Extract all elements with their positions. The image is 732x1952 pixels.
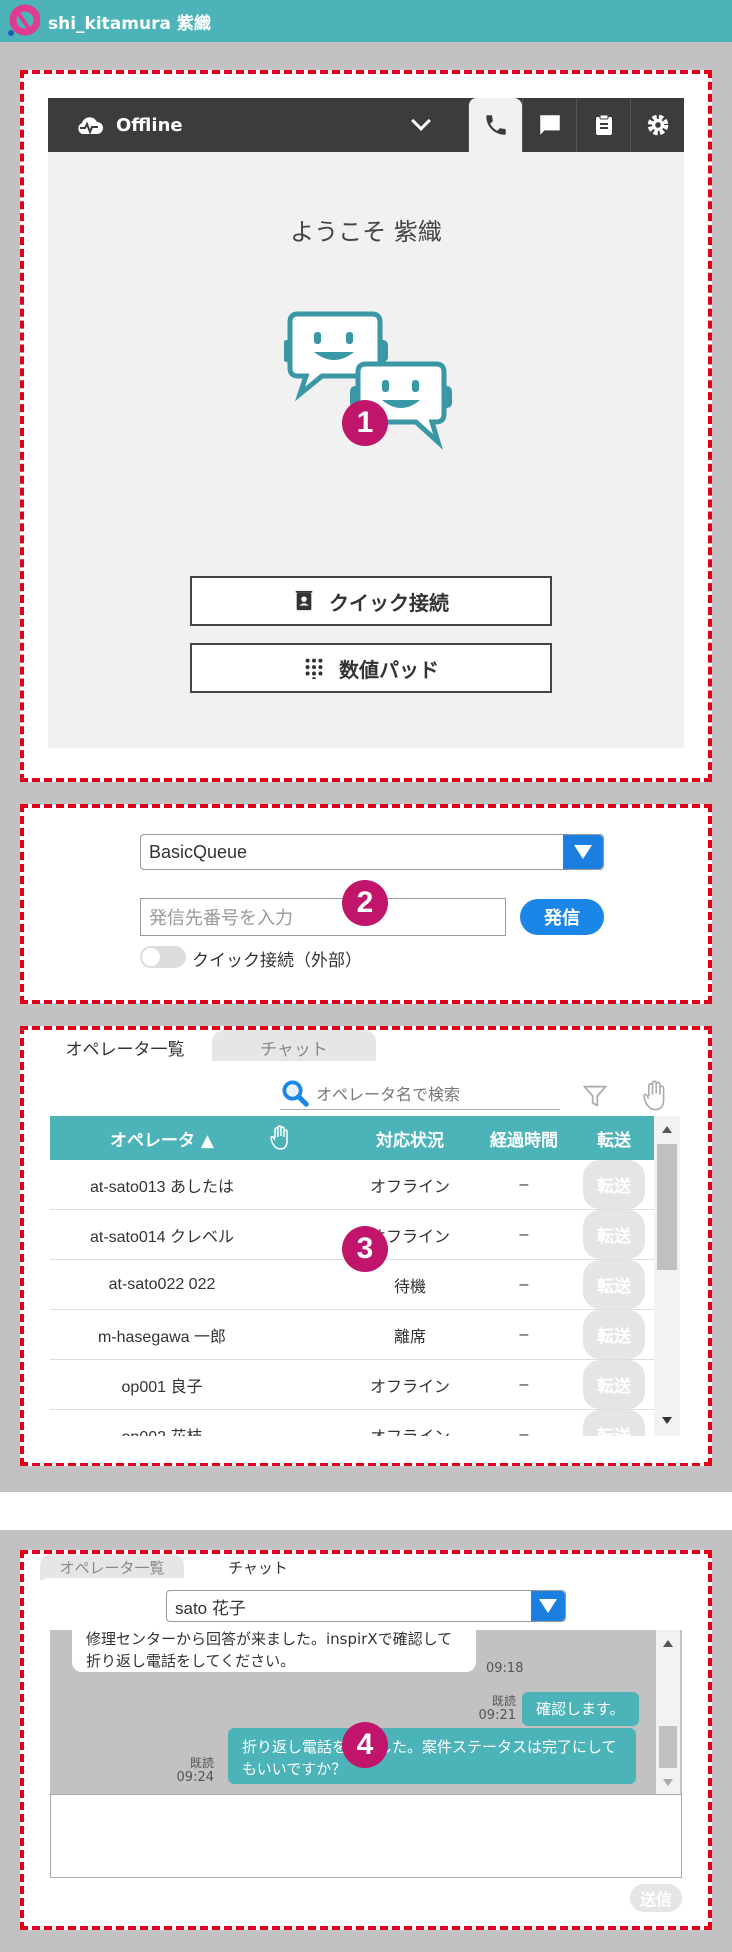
transfer-button[interactable]: 転送 [583,1160,645,1209]
transfer-cell: 転送 [574,1260,654,1309]
chat-contact-select[interactable]: sato 花子 [166,1590,566,1622]
operator-elapsed: – [519,1225,529,1243]
operator-name: at-sato014 クレベル [89,1228,235,1246]
transfer-button[interactable]: 転送 [583,1260,645,1309]
table-row[interactable]: at-sato013 あしたは オフライン – 転送 [50,1160,654,1210]
message-outgoing: 折り返し電話をしました。案件ステータスは完了にしてもいいですか？ [228,1728,636,1784]
table-row[interactable]: m-hasegawa 一郎 離席 – 転送 [50,1310,654,1360]
operator-name: m-hasegawa 一郎 [97,1328,227,1346]
message-read-status: 既読 09:24 [176,1756,214,1785]
chat-panel-tab-chat[interactable]: チャット [186,1554,330,1580]
callout-badge-3: 3 [342,1226,388,1272]
transfer-cell: 転送 [574,1360,654,1409]
table-row[interactable]: op001 良子 オフライン – 転送 [50,1360,654,1410]
operator-elapsed: – [519,1375,529,1393]
operator-name: at-sato013 あしたは [89,1178,235,1196]
operator-status: オフライン [369,1178,450,1196]
transfer-cell: 転送 [574,1160,654,1209]
chat-dropdown-arrow-icon[interactable] [531,1591,565,1621]
scroll-thumb[interactable] [657,1144,677,1270]
chat-panel-tab-operators[interactable]: オペレータ一覧 [40,1554,184,1580]
chat-contact: sato 花子 [175,1598,246,1618]
transfer-cell: 転送 [574,1310,654,1359]
operator-status: オフライン [369,1378,450,1396]
callout-badge-2: 2 [342,880,388,926]
transfer-button[interactable]: 転送 [583,1360,645,1409]
message-outgoing: 確認します。 [522,1692,639,1726]
scroll-up-icon[interactable] [661,1124,673,1134]
transfer-button[interactable]: 転送 [583,1310,645,1359]
send-button[interactable]: 送信 [630,1884,682,1912]
scroll-down-icon[interactable] [661,1416,673,1426]
message-time: 09:18 [486,1661,524,1676]
operator-status: 離席 [393,1328,426,1346]
transfer-button[interactable]: 転送 [583,1210,645,1259]
message-read-status: 既読 09:21 [478,1694,516,1723]
operator-name: op001 良子 [121,1378,203,1396]
operator-elapsed: – [519,1325,529,1343]
transfer-cell: 転送 [574,1210,654,1259]
message-incoming: 修理センターから回答が来ました。inspirXで確認して折り返し電話をしてくださ… [72,1630,476,1672]
chat-scroll-up-icon[interactable] [662,1638,674,1648]
operator-name: at-sato022 022 [108,1275,216,1293]
operator-elapsed: – [519,1275,529,1293]
chat-message-input[interactable] [50,1794,682,1878]
operator-scrollbar[interactable] [654,1116,680,1436]
chat-scrollbar[interactable] [656,1630,680,1794]
operator-elapsed: – [519,1175,529,1193]
chat-scroll-down-icon[interactable] [662,1778,674,1788]
chat-log: 修理センターから回答が来ました。inspirXで確認して折り返し電話をしてくださ… [50,1630,682,1794]
chat-scroll-thumb[interactable] [659,1726,677,1768]
callout-badge-4: 4 [342,1722,388,1768]
callout-badge-1: 1 [342,400,388,446]
